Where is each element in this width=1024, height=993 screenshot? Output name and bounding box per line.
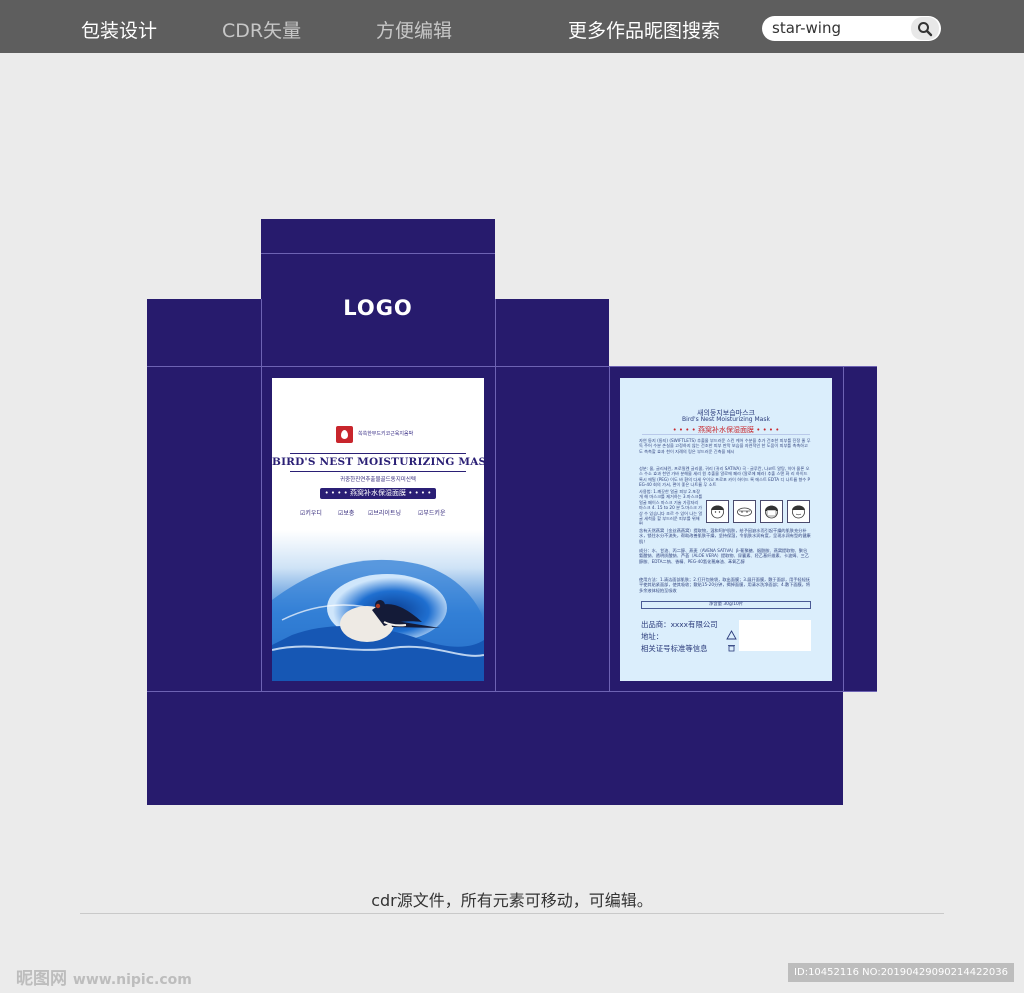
fold-line bbox=[147, 691, 877, 692]
chinese-ingredients: 成分：水、甘油、丙二醇、燕麦（AVENA SATIVA）β-葡聚糖、烟酰胺、燕窝… bbox=[639, 548, 810, 564]
search-button[interactable] bbox=[911, 17, 939, 40]
korean-description: 자연 둥지 (둥지) (SWIFTLETS) 추출물 부드러운 스킨 케어 수분… bbox=[639, 438, 811, 454]
top-nav-bar: 包装设计 CDR矢量 方便编辑 更多作品昵图搜索 bbox=[0, 0, 1024, 53]
search-input[interactable] bbox=[772, 18, 902, 38]
back-panel: 새의둥지보습마스크 Bird's Nest Moisturizing Mask … bbox=[620, 378, 832, 681]
usage-steps-illustration bbox=[706, 500, 812, 524]
korean-tagline: 귀중한진연추출물골드동지미신텍 bbox=[340, 477, 416, 483]
address-line: 地址： bbox=[641, 632, 664, 641]
back-english-title: Bird's Nest Moisturizing Mask bbox=[682, 416, 770, 423]
search-icon bbox=[918, 22, 933, 37]
brand-logo-icon bbox=[336, 426, 353, 443]
chinese-description: 含有天然燕窝（金丝燕燕窝）提取物，温和呵护肌肤，给予因缺水而引起干燥的肌肤充分补… bbox=[639, 528, 811, 544]
face-step-icon bbox=[787, 500, 810, 523]
fold-line bbox=[843, 367, 844, 692]
product-title: BIRD'S NEST MOISTURIZING MASK bbox=[272, 456, 484, 468]
brand-name: 쏙쏙한부드키코근육지움박 bbox=[358, 431, 414, 437]
recycle-icon bbox=[726, 630, 737, 640]
korean-ingredients: 성분: 물, 글리세린, 프로필렌 글리콜, 귀리 (귀리 SATIVA) 곡 … bbox=[639, 466, 811, 488]
divider bbox=[80, 913, 944, 914]
search-box bbox=[762, 16, 941, 41]
nav-item-packaging-design[interactable]: 包装设计 bbox=[81, 16, 157, 43]
divider bbox=[642, 434, 810, 435]
brand-row: 쏙쏙한부드키코근육지움박 bbox=[272, 426, 484, 444]
fold-line bbox=[261, 299, 262, 692]
caption: cdr源文件，所有元素可移动，可编辑。 bbox=[371, 891, 653, 910]
title-rule bbox=[290, 453, 466, 454]
watermark-id: ID:10452116 NO:20190429090214422036 bbox=[788, 963, 1014, 982]
top-tuck-flap bbox=[261, 219, 495, 253]
ocean-wave-bird-image bbox=[272, 530, 484, 681]
nav-item-cdr-vector[interactable]: CDR矢量 bbox=[222, 16, 301, 43]
face-step-icon bbox=[760, 500, 783, 523]
feature-item: ☑부드키운 bbox=[418, 510, 446, 517]
barcode-area bbox=[739, 620, 811, 651]
watermark-logo: 昵图网 www.nipic.com bbox=[16, 964, 192, 989]
front-panel: 쏙쏙한부드키코근육지움박 BIRD'S NEST MOISTURIZING MA… bbox=[272, 378, 484, 681]
face-step-icon bbox=[706, 500, 729, 523]
chinese-name-pill: • • • • 燕窝补水保湿面膜 • • • • bbox=[320, 488, 436, 499]
nav-item-easy-edit[interactable]: 方便编辑 bbox=[376, 16, 452, 43]
feature-item: ☑브리이트닝 bbox=[368, 510, 401, 517]
feature-item: ☑키우디 bbox=[300, 510, 322, 517]
trash-bin-icon bbox=[728, 645, 735, 652]
left-dust-flap bbox=[147, 299, 261, 367]
feature-item: ☑보충 bbox=[338, 510, 355, 517]
feature-list: ☑키우디 ☑보충 ☑브리이트닝 ☑부드키운 bbox=[300, 508, 470, 518]
fold-line bbox=[609, 367, 610, 692]
fold-line bbox=[261, 253, 495, 254]
maker-line: 出品商：xxxx有限公司 bbox=[641, 620, 718, 629]
chinese-usage: 使用方法：1.清洁面部肌肤；2.打开包装袋，取出面膜；3.展开面膜，敷于面部，用… bbox=[639, 577, 811, 593]
face-step-icon bbox=[733, 500, 756, 523]
fold-line bbox=[495, 299, 496, 692]
right-dust-flap bbox=[495, 299, 609, 367]
license-line: 相关证号标准等信息 bbox=[641, 644, 708, 653]
logo-text: LOGO bbox=[343, 296, 413, 320]
glue-flap bbox=[843, 367, 877, 691]
watermark-url: www.nipic.com bbox=[72, 972, 192, 988]
watermark-site-name: 昵图网 bbox=[16, 969, 67, 989]
bottom-panel bbox=[147, 691, 843, 805]
nav-item-more-works[interactable]: 更多作品昵图搜索 bbox=[568, 16, 720, 43]
fold-line bbox=[147, 366, 877, 367]
korean-usage: 사용법: 1.깨끗한 얼굴 피부 2.포장 개 해 마스크를 제거하는 3.마스… bbox=[639, 489, 703, 525]
net-content: 净含量 30g/10片 bbox=[641, 601, 811, 609]
title-rule bbox=[290, 471, 466, 472]
